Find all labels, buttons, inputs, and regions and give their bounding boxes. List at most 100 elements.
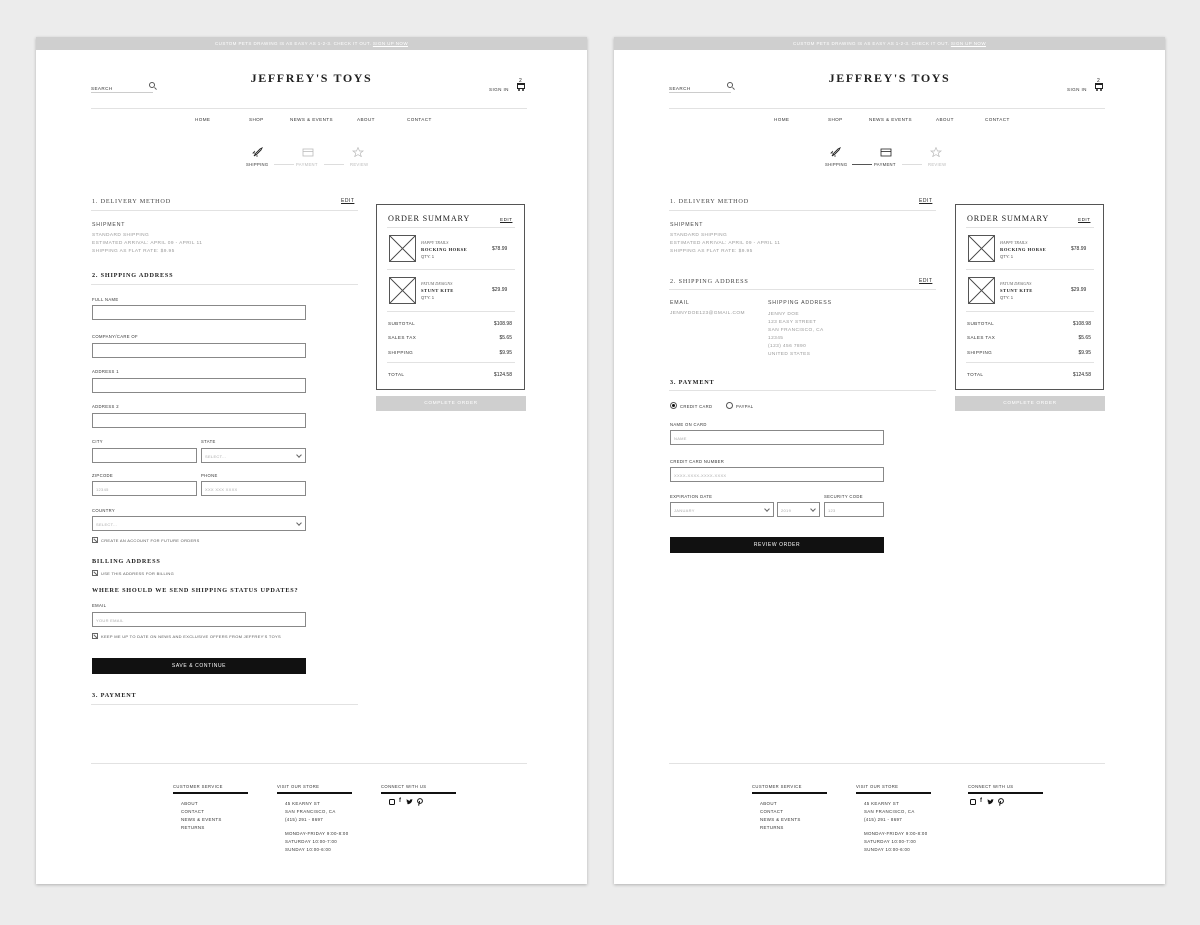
pinterest-icon[interactable] <box>998 798 1004 806</box>
edit-summary-link[interactable]: EDIT <box>500 217 512 222</box>
paypal-radio[interactable] <box>726 402 733 409</box>
subtotal-label: SUBTOTAL <box>388 321 416 326</box>
cart-icon[interactable] <box>1095 83 1103 91</box>
footer-link-returns[interactable]: RETURNS <box>181 824 222 832</box>
nav-shop[interactable]: SHOP <box>249 117 264 122</box>
delivery-method-title: 1. DELIVERY METHOD <box>92 198 171 205</box>
banner-text: CUSTOM PETS DRAWING IS AS EASY AS 1-2-3.… <box>215 41 373 46</box>
country-select[interactable]: SELECT... <box>92 516 306 531</box>
instagram-icon[interactable] <box>970 799 976 805</box>
billing-same-checkbox[interactable] <box>92 570 98 576</box>
footer-link-news[interactable]: NEWS & EVENTS <box>181 816 222 824</box>
nav-shop[interactable]: SHOP <box>828 117 843 122</box>
search-box[interactable]: SEARCH <box>669 82 733 93</box>
complete-order-button[interactable]: COMPLETE ORDER <box>376 396 526 411</box>
summary-divider <box>966 311 1094 312</box>
card-number-input[interactable]: XXXX-XXXX-XXXX-XXXX <box>670 467 884 482</box>
paypal-label: PAYPAL <box>736 404 754 409</box>
nav-contact[interactable]: CONTACT <box>985 117 1010 122</box>
star-icon <box>352 147 364 157</box>
newsletter-checkbox[interactable] <box>92 633 98 639</box>
delivery-method-name: SHIPMENT <box>92 222 126 228</box>
review-order-button[interactable]: REVIEW ORDER <box>670 537 884 553</box>
exp-month-select[interactable]: JANUARY <box>670 502 774 517</box>
nav-about[interactable]: ABOUT <box>357 117 375 122</box>
connect-heading: CONNECT WITH US <box>381 784 456 794</box>
nav-contact[interactable]: CONTACT <box>407 117 432 122</box>
save-continue-button[interactable]: SAVE & CONTINUE <box>92 658 306 674</box>
footer-link-contact[interactable]: CONTACT <box>760 808 801 816</box>
total-value: $124.58 <box>1072 372 1091 378</box>
city-input[interactable] <box>92 448 197 463</box>
address-line: SAN FRANCISCO, CA <box>864 809 915 814</box>
address-line: JENNY DOE <box>768 312 799 317</box>
hours-line: MONDAY-FRIDAY 9:00-8:00 <box>285 831 349 836</box>
chevron-down-icon <box>810 506 816 512</box>
address-line: (415) 291 - 8697 <box>285 817 324 822</box>
cart-icon[interactable] <box>517 83 525 91</box>
exp-year-select[interactable]: 2019 <box>777 502 820 517</box>
zip-input[interactable]: 12345 <box>92 481 197 496</box>
address-line: 123 EASY STREET <box>768 320 817 325</box>
nav-about[interactable]: ABOUT <box>936 117 954 122</box>
product-brand: HAPPY TRAILS <box>421 240 449 245</box>
search-label: SEARCH <box>669 86 691 91</box>
shipping-label: SHIPPING <box>967 350 993 355</box>
product-brand: FATUM DESIGNS <box>1000 281 1032 286</box>
billing-same-label: USE THIS ADDRESS FOR BILLING <box>101 571 175 576</box>
nav-home[interactable]: HOME <box>774 117 789 122</box>
banner-signup-link[interactable]: SIGN UP NOW <box>951 41 986 46</box>
order-summary-title: ORDER SUMMARY <box>967 214 1050 223</box>
order-summary: ORDER SUMMARY EDIT HAPPY TRAILS ROCKING … <box>376 204 525 390</box>
address2-input[interactable] <box>92 413 306 428</box>
shipping-address-heading: SHIPPING ADDRESS <box>768 300 832 306</box>
edit-summary-link[interactable]: EDIT <box>1078 217 1090 222</box>
hours-line: SUNDAY 10:00-6:00 <box>285 847 332 852</box>
security-code-input[interactable]: 123 <box>824 502 884 517</box>
step-shipping: SHIPPING <box>246 162 269 167</box>
search-icon[interactable] <box>727 82 733 88</box>
name-on-card-input[interactable]: NAME <box>670 430 884 445</box>
twitter-icon[interactable] <box>406 799 413 805</box>
twitter-icon[interactable] <box>987 799 994 805</box>
payment-title: 3. PAYMENT <box>92 692 137 699</box>
full-name-input[interactable] <box>92 305 306 320</box>
checkout-shipping-page: CUSTOM PETS DRAWING IS AS EASY AS 1-2-3.… <box>36 37 587 884</box>
email-heading: EMAIL <box>670 300 690 306</box>
step-shipping: SHIPPING <box>825 162 848 167</box>
edit-delivery-link[interactable]: EDIT <box>919 198 932 204</box>
nav-home[interactable]: HOME <box>195 117 210 122</box>
sign-in-link[interactable]: SIGN IN <box>1067 87 1087 92</box>
country-label: COUNTRY <box>92 508 116 513</box>
address-line: 12345 <box>768 336 784 341</box>
footer-link-about[interactable]: ABOUT <box>760 800 801 808</box>
facebook-icon[interactable]: f <box>980 798 982 804</box>
footer-link-news[interactable]: NEWS & EVENTS <box>760 816 801 824</box>
credit-card-label: CREDIT CARD <box>680 404 713 409</box>
nav-news-events[interactable]: NEWS & EVENTS <box>290 117 333 122</box>
facebook-icon[interactable]: f <box>399 798 401 804</box>
nav-news-events[interactable]: NEWS & EVENTS <box>869 117 912 122</box>
edit-shipping-link[interactable]: EDIT <box>919 278 932 284</box>
footer-link-returns[interactable]: RETURNS <box>760 824 801 832</box>
footer-link-contact[interactable]: CONTACT <box>181 808 222 816</box>
product-price: $29.99 <box>492 287 508 293</box>
search-icon[interactable] <box>149 82 155 88</box>
credit-card-radio[interactable] <box>670 402 677 409</box>
complete-order-button[interactable]: COMPLETE ORDER <box>955 396 1105 411</box>
sign-in-link[interactable]: SIGN IN <box>489 87 509 92</box>
edit-delivery-link[interactable]: EDIT <box>341 198 354 204</box>
address1-input[interactable] <box>92 378 306 393</box>
banner-signup-link[interactable]: SIGN UP NOW <box>373 41 408 46</box>
email-input[interactable]: YOUR EMAIL <box>92 612 306 627</box>
search-box[interactable]: SEARCH <box>91 82 155 93</box>
phone-input[interactable]: XXX XXX XXXX <box>201 481 306 496</box>
checkout-steps: SHIPPING PAYMENT REVIEW <box>824 147 964 171</box>
footer-link-about[interactable]: ABOUT <box>181 800 222 808</box>
pinterest-icon[interactable] <box>417 798 423 806</box>
company-input[interactable] <box>92 343 306 358</box>
phone-label: PHONE <box>201 473 218 478</box>
state-select[interactable]: SELECT... <box>201 448 306 463</box>
create-account-checkbox[interactable] <box>92 537 98 543</box>
instagram-icon[interactable] <box>389 799 395 805</box>
